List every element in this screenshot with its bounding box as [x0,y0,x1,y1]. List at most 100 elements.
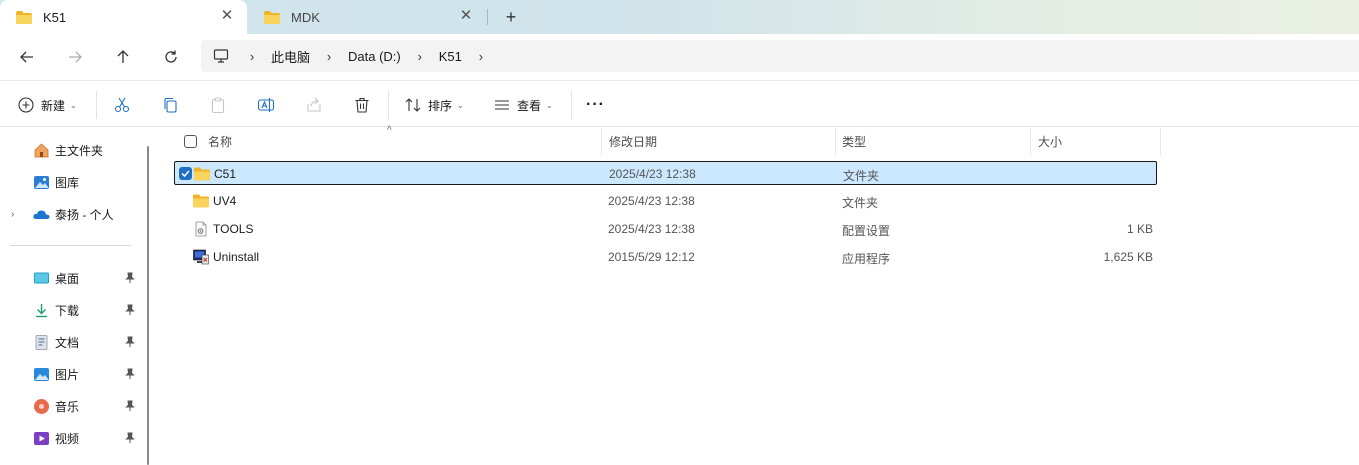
new-button[interactable]: 新建 ⌄ [17,91,77,119]
breadcrumb-k51[interactable]: K51 [431,49,470,64]
chevron-right-icon[interactable]: › [318,49,340,64]
sidebar-scrollbar[interactable] [147,146,149,465]
chevron-right-icon[interactable]: › [241,49,263,64]
scissors-icon [114,97,130,113]
breadcrumb-this-pc[interactable]: 此电脑 [263,47,318,66]
gallery-icon [34,175,49,189]
column-header-date[interactable]: 修改日期 [602,128,836,155]
select-all-checkbox[interactable] [184,135,197,148]
folder-icon [193,194,209,208]
tab-mdk[interactable]: MDK ✕ [248,0,486,34]
sidebar-item-label: 音乐 [55,399,80,414]
navigation-pane: 主文件夹 图库 › 泰扬 - 个人 桌面 下载 文档 图片 音乐 视频 [0,128,150,465]
application-icon [193,249,209,265]
pin-icon[interactable] [124,400,136,412]
row-checkbox-checked[interactable] [179,167,192,180]
delete-button[interactable] [353,91,371,119]
view-label: 查看 [517,98,542,113]
pin-icon[interactable] [124,432,136,444]
rename-icon [257,98,275,112]
rename-button[interactable] [257,91,275,119]
column-header-name[interactable]: 名称 [201,128,602,155]
file-type: 应用程序 [842,252,891,266]
back-button[interactable] [11,42,43,72]
folder-icon [16,10,32,24]
file-row-c51[interactable]: C51 2025/4/23 12:38 文件夹 [174,161,1157,185]
view-button[interactable]: 查看 ⌄ [493,91,553,119]
file-date: 2025/4/23 12:38 [608,222,695,236]
sort-button[interactable]: 排序 ⌄ [404,91,464,119]
folder-icon [194,167,210,181]
sidebar-item-label: 下载 [55,303,80,318]
sort-icon [405,98,421,112]
sidebar-item-gallery[interactable]: 图库 [0,168,145,196]
folder-icon [264,10,280,24]
tab-k51[interactable]: K51 ✕ [0,0,247,34]
sidebar-item-pictures[interactable]: 图片 [0,360,145,388]
file-size: 1,625 KB [1103,250,1153,264]
pin-icon[interactable] [124,272,136,284]
file-type: 文件夹 [843,169,880,183]
sidebar-item-home[interactable]: 主文件夹 [0,136,145,164]
chevron-right-icon[interactable]: › [11,209,14,220]
monitor-icon[interactable] [201,48,241,64]
videos-icon [34,431,49,445]
file-date: 2015/5/29 12:12 [608,250,695,264]
sidebar-item-documents[interactable]: 文档 [0,328,145,356]
config-file-icon [195,221,207,237]
sidebar-item-label: 图片 [55,367,80,382]
sidebar-item-music[interactable]: 音乐 [0,392,145,420]
column-header-type[interactable]: 类型 [836,128,1031,155]
arrow-up-icon [117,50,129,63]
copy-button[interactable] [161,91,179,119]
file-row-tools[interactable]: TOOLS 2025/4/23 12:38 配置设置 1 KB [174,217,1157,241]
pictures-icon [34,367,49,381]
pin-icon[interactable] [124,336,136,348]
home-icon [34,142,49,157]
address-row: › 此电脑 › Data (D:) › K51 › [0,34,1359,80]
sidebar-item-downloads[interactable]: 下载 [0,296,145,324]
pin-icon[interactable] [124,304,136,316]
divider [96,91,97,119]
file-size: 1 KB [1126,222,1153,236]
address-bar[interactable]: › 此电脑 › Data (D:) › K51 › [201,40,1359,72]
sidebar-item-onedrive[interactable]: › 泰扬 - 个人 [0,200,145,228]
sidebar-item-label: 泰扬 - 个人 [55,207,114,222]
new-tab-button[interactable]: + [500,6,522,28]
new-label: 新建 [41,98,66,113]
paste-button[interactable] [209,91,227,119]
clipboard-icon [211,97,225,114]
file-row-uv4[interactable]: UV4 2025/4/23 12:38 文件夹 [174,189,1157,213]
trash-icon [355,97,369,113]
more-options-button[interactable]: ··· [586,91,605,119]
plus-circle-icon [18,97,34,113]
sidebar-item-videos[interactable]: 视频 [0,424,145,452]
sidebar-item-label: 桌面 [55,271,80,286]
chevron-down-icon: ⌄ [546,100,553,110]
column-header-size[interactable]: 大小 [1031,128,1161,155]
divider [388,91,389,119]
sidebar-item-label: 图库 [55,175,80,190]
sidebar-item-desktop[interactable]: 桌面 [0,264,145,292]
share-button[interactable] [305,91,323,119]
sidebar-item-label: 文档 [55,335,80,350]
column-header-row: ^ 名称 修改日期 类型 大小 [157,125,1162,155]
refresh-button[interactable] [155,42,187,72]
tab-strip: K51 ✕ MDK ✕ + [0,0,1359,34]
cut-button[interactable] [113,91,131,119]
copy-icon [164,97,177,113]
breadcrumb-data-drive[interactable]: Data (D:) [340,49,409,64]
pin-icon[interactable] [124,368,136,380]
documents-icon [35,334,48,350]
divider [571,91,572,119]
chevron-down-icon: ⌄ [70,100,77,110]
chevron-right-icon[interactable]: › [409,49,431,64]
close-icon[interactable]: ✕ [458,8,474,24]
forward-button[interactable] [59,42,91,72]
file-row-uninstall[interactable]: Uninstall 2015/5/29 12:12 应用程序 1,625 KB [174,245,1157,269]
up-button[interactable] [107,42,139,72]
file-list: ^ 名称 修改日期 类型 大小 C51 2025/4/23 12:38 文件夹 … [157,125,1359,465]
chevron-right-icon[interactable]: › [470,49,492,64]
close-icon[interactable]: ✕ [219,8,235,24]
chevron-down-icon: ⌄ [457,100,464,110]
